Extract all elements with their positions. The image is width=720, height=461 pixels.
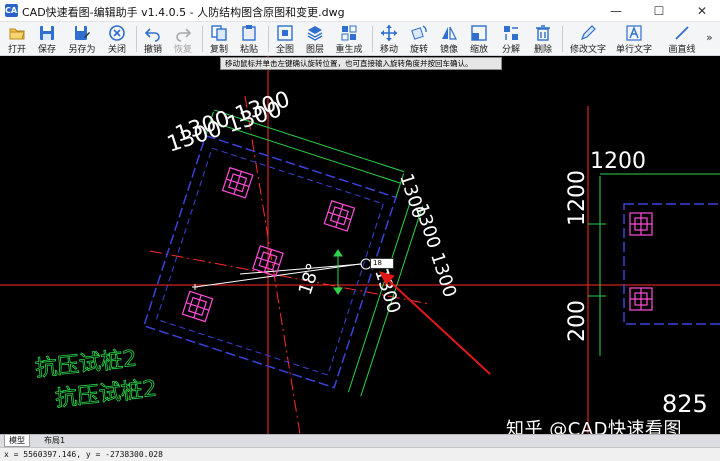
copy-label: 复制 xyxy=(209,45,228,55)
rotated-dimension-text: 1300 1300 1300 1300 1300 1300 1300 1300 … xyxy=(164,87,460,316)
angle-text: 18° xyxy=(295,261,325,298)
drawing-canvas[interactable]: 1300 1300 1300 1300 1300 1300 1300 1300 … xyxy=(0,56,720,434)
rotated-pile-group xyxy=(142,109,424,397)
regenerate-icon xyxy=(341,25,357,41)
title-bar: CAD CAD快速看图-编辑助手 v1.4.0.5 - 人防结构图含原图和变更.… xyxy=(0,0,720,22)
open-label: 打开 xyxy=(7,45,26,55)
rotate-label: 旋转 xyxy=(409,45,428,55)
line-icon xyxy=(675,26,689,40)
maximize-button[interactable]: ☐ xyxy=(643,0,675,22)
save-button[interactable]: 保存 xyxy=(34,23,60,55)
dim-825: 825 xyxy=(662,390,708,418)
explode-button[interactable]: 分解 xyxy=(498,23,524,55)
undo-label: 撤销 xyxy=(143,45,162,55)
move-arrows-icon xyxy=(381,25,397,41)
layers-icon xyxy=(307,26,323,41)
layers-label: 图层 xyxy=(305,45,324,55)
pile-label-2: 抗压试桩2 xyxy=(54,376,158,412)
rotate-button[interactable]: 旋转 xyxy=(406,23,432,55)
undo-arrow-icon xyxy=(144,28,160,42)
draw-line-label: 画直线 xyxy=(668,45,696,55)
dim-200-vertical: 200 xyxy=(565,300,590,342)
dim-1200-horizontal: 1200 xyxy=(590,149,646,174)
main-toolbar: 打开 保存 另存为 关闭 撤销 恢复 复制 粘贴 全图 图层 重生成 移动 旋转… xyxy=(0,22,720,56)
open-button[interactable]: 打开 xyxy=(4,23,30,55)
paste-button[interactable]: 粘贴 xyxy=(236,23,262,55)
trash-icon xyxy=(536,25,550,41)
mirror-button[interactable]: 镜像 xyxy=(436,23,462,55)
toolbar-overflow-button[interactable]: » xyxy=(704,23,718,55)
redo-button[interactable]: 恢复 xyxy=(170,23,196,55)
explode-label: 分解 xyxy=(501,45,520,55)
layers-button[interactable]: 图层 xyxy=(302,23,328,55)
close-file-label: 关闭 xyxy=(107,45,126,55)
pile-labels: 抗压试桩2 抗压试桩2 xyxy=(34,346,159,412)
regen-button[interactable]: 重生成 xyxy=(334,23,364,55)
paste-label: 粘贴 xyxy=(239,45,258,55)
axis-lines xyxy=(0,56,720,434)
single-line-text-label: 单行文字 xyxy=(615,45,652,55)
edit-text-label: 修改文字 xyxy=(569,45,606,55)
scale-icon xyxy=(471,25,487,41)
undo-button[interactable]: 撤销 xyxy=(140,23,166,55)
chevron-double-right-icon: » xyxy=(706,31,713,44)
redo-label: 恢复 xyxy=(173,45,192,55)
single-line-text-button[interactable]: 单行文字 xyxy=(616,23,652,55)
mirror-label: 镜像 xyxy=(439,45,458,55)
scale-button[interactable]: 缩放 xyxy=(466,23,492,55)
pile-label-1: 抗压试桩2 xyxy=(34,346,138,382)
move-button[interactable]: 移动 xyxy=(376,23,402,55)
red-annotation-arrow xyxy=(379,271,491,375)
rotate-icon xyxy=(411,25,427,40)
zoom-all-label: 全图 xyxy=(275,45,294,55)
angle-arrows xyxy=(333,249,372,295)
angle-input[interactable]: 18 xyxy=(370,258,394,269)
copy-button[interactable]: 复制 xyxy=(206,23,232,55)
rotate-hint-tooltip: 移动鼠标并单击左键确认旋转位置，也可直接输入旋转角度并按回车确认。 xyxy=(220,57,502,70)
close-file-button[interactable]: 关闭 xyxy=(104,23,130,55)
redo-arrow-icon xyxy=(176,28,192,42)
drawing-svg: 1300 1300 1300 1300 1300 1300 1300 1300 … xyxy=(0,56,720,434)
delete-label: 删除 xyxy=(533,45,552,55)
close-circle-icon xyxy=(109,25,125,41)
coordinate-status: x = 5560397.146, y = -2738300.028 xyxy=(0,447,720,461)
toolbar-separator xyxy=(562,26,563,52)
close-window-button[interactable]: ✕ xyxy=(686,0,718,22)
regen-label: 重生成 xyxy=(335,45,363,55)
save-disk-icon xyxy=(40,26,54,40)
text-a-icon xyxy=(626,25,642,41)
zoom-extents-icon xyxy=(277,25,293,41)
folder-open-icon xyxy=(9,28,25,40)
edit-text-button[interactable]: 修改文字 xyxy=(570,23,606,55)
scale-label: 缩放 xyxy=(469,45,488,55)
tab-layout1[interactable]: 布局1 xyxy=(40,435,69,447)
layout-tabs: 模型 布局1 xyxy=(0,434,720,447)
save-as-label: 另存为 xyxy=(68,45,96,55)
minimize-button[interactable]: — xyxy=(600,0,632,22)
save-label: 保存 xyxy=(37,45,56,55)
edit-text-icon xyxy=(580,25,596,41)
save-as-icon xyxy=(75,26,90,40)
paste-clipboard-icon xyxy=(242,25,256,41)
move-label: 移动 xyxy=(379,45,398,55)
window-title: CAD快速看图-编辑助手 v1.4.0.5 - 人防结构图含原图和变更.dwg xyxy=(22,6,345,19)
zoom-all-button[interactable]: 全图 xyxy=(272,23,298,55)
explode-icon xyxy=(504,26,518,40)
mirror-icon xyxy=(442,26,457,40)
copy-icon xyxy=(211,25,227,41)
rotated-dimension-lines xyxy=(205,109,424,397)
tab-model[interactable]: 模型 xyxy=(4,435,30,447)
delete-button[interactable]: 删除 xyxy=(530,23,556,55)
save-as-button[interactable]: 另存为 xyxy=(68,23,96,55)
dim-1200-vertical: 1200 xyxy=(565,170,590,226)
app-logo-icon: CAD xyxy=(5,4,24,17)
draw-line-button[interactable]: 画直线 xyxy=(668,23,696,55)
